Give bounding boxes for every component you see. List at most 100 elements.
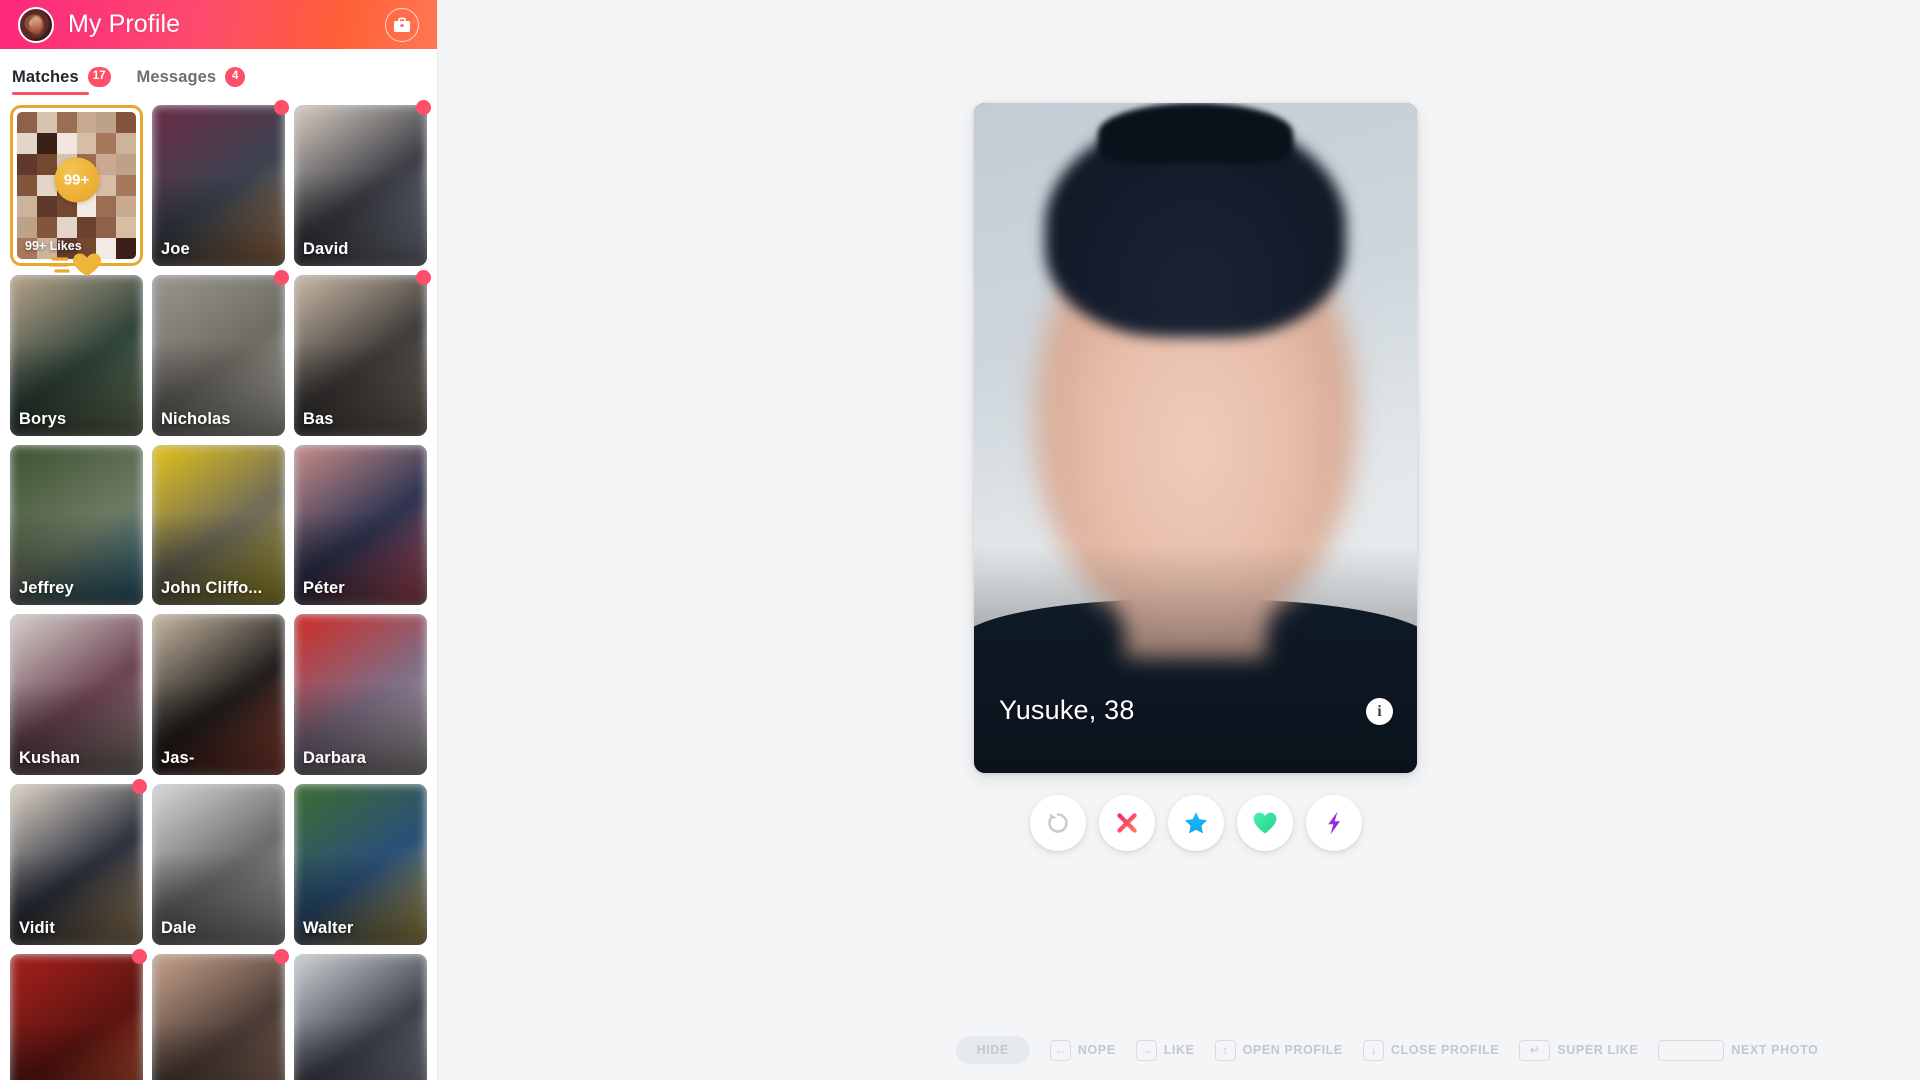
match-card[interactable] [294, 953, 427, 1080]
match-name: Jas- [161, 749, 195, 767]
unread-dot-icon [132, 779, 147, 794]
match-card[interactable]: Jas- [152, 614, 285, 775]
hint-like: → LIKE [1135, 1039, 1195, 1061]
match-card-wrapper: Kushan [10, 614, 143, 775]
arrow-down-key-icon: ↓ [1362, 1039, 1384, 1061]
match-card-wrapper [10, 948, 147, 1080]
profile-card[interactable]: Yusuke, 38 i [974, 103, 1417, 773]
match-name: Walter [303, 918, 354, 937]
match-name: Joe [161, 239, 190, 258]
match-card[interactable]: Darbara [294, 614, 427, 775]
hint-super-like: ↵ SUPER LIKE [1519, 1039, 1639, 1061]
match-card[interactable]: Dale [152, 784, 285, 945]
match-name: Péter [303, 579, 345, 598]
match-name: Dale [161, 918, 197, 937]
match-card-wrapper: David [294, 100, 431, 266]
hide-hints-button[interactable]: HIDE [955, 1036, 1030, 1064]
info-glyph: i [1377, 702, 1382, 720]
action-buttons [974, 795, 1417, 851]
match-name: Nicholas [161, 409, 231, 428]
keyboard-hint-bar: HIDE ← NOPE → LIKE ↑ OPEN PROFILE ↓ CLOSE PROFI… [437, 1036, 1920, 1064]
tab-matches-label: Matches [12, 67, 79, 86]
match-card[interactable]: Vidit [10, 784, 143, 945]
tab-messages-badge: 4 [225, 67, 246, 87]
tab-matches[interactable]: Matches 17 [12, 67, 111, 95]
hint-label: NEXT PHOTO [1731, 1043, 1819, 1057]
match-card[interactable]: John Cliffo... [152, 444, 285, 606]
match-card[interactable]: Joe [152, 105, 285, 266]
likes-card[interactable]: 99+ 99+ Likes [10, 105, 143, 276]
tab-messages[interactable]: Messages 4 [137, 67, 246, 95]
unread-dot-icon [274, 269, 289, 285]
lightning-icon [1320, 809, 1348, 837]
boost-button[interactable] [1305, 795, 1362, 851]
unread-dot-icon [416, 269, 431, 285]
match-card-wrapper: Jas- [152, 614, 285, 775]
match-card[interactable]: Péter [294, 444, 427, 606]
hint-label: SUPER LIKE [1557, 1043, 1639, 1057]
arrow-left-key-icon: ← [1049, 1039, 1071, 1061]
hint-label: LIKE [1163, 1043, 1195, 1057]
rewind-button[interactable] [1029, 795, 1086, 851]
match-card[interactable]: Nicholas [152, 274, 285, 436]
match-scrim [294, 1021, 427, 1080]
match-name: John Cliffo... [161, 579, 263, 598]
match-card[interactable]: Kushan [10, 614, 143, 775]
match-card[interactable]: Walter [294, 784, 427, 945]
match-name: Borys [19, 409, 67, 428]
match-name: David [303, 239, 349, 258]
nope-button[interactable] [1098, 795, 1155, 851]
match-name: Darbara [303, 749, 367, 767]
hint-label: CLOSE PROFILE [1390, 1043, 1500, 1057]
star-icon [1182, 809, 1210, 837]
likes-card-mosaic: 99+ 99+ Likes [17, 112, 136, 259]
hint-open-profile: ↑ OPEN PROFILE [1214, 1039, 1343, 1061]
briefcase-icon [394, 17, 410, 32]
match-card[interactable]: Jeffrey [10, 444, 143, 606]
enter-key-icon: ↵ [1519, 1039, 1551, 1061]
app-root: My Profile Matches 17 Messages 4 99+ 99+… [0, 0, 1920, 1080]
profile-name-age: Yusuke, 38 [999, 695, 1135, 725]
match-name: Jeffrey [19, 579, 74, 598]
match-card-wrapper: Walter [294, 784, 427, 945]
hint-list: ← NOPE → LIKE ↑ OPEN PROFILE ↓ CLOSE PROFILE ↵ SU… [1049, 1039, 1839, 1061]
likes-count-badge: 99+ [54, 157, 99, 202]
match-card[interactable]: David [294, 105, 427, 266]
hint-label: OPEN PROFILE [1242, 1043, 1343, 1057]
matches-grid: 99+ 99+ Likes Joe David Borys Nicholas Bas Jeff… [0, 95, 437, 1080]
sidebar-header: My Profile [0, 0, 437, 49]
profile-scrim [974, 545, 1417, 773]
arrow-right-key-icon: → [1135, 1039, 1157, 1061]
match-scrim [152, 1021, 285, 1080]
super-like-button[interactable] [1167, 795, 1224, 851]
hint-nope: ← NOPE [1049, 1039, 1116, 1061]
avatar[interactable] [18, 6, 54, 43]
match-card-wrapper: Joe [152, 100, 289, 266]
match-card-wrapper: Darbara [294, 614, 427, 775]
match-name: Vidit [19, 918, 55, 937]
heart-icon [1251, 809, 1279, 837]
tab-messages-label: Messages [136, 67, 217, 86]
match-card-wrapper: Jeffrey [10, 444, 143, 606]
match-card-wrapper: Bas [294, 269, 431, 436]
like-button[interactable] [1236, 795, 1293, 851]
match-card[interactable] [10, 953, 143, 1080]
sidebar-tabs: Matches 17 Messages 4 [0, 49, 437, 95]
info-icon[interactable]: i [1366, 698, 1393, 725]
match-card[interactable]: Borys [10, 274, 143, 436]
unread-dot-icon [132, 948, 147, 964]
match-scrim [10, 1021, 143, 1080]
match-card[interactable] [152, 953, 285, 1080]
sidebar: My Profile Matches 17 Messages 4 99+ 99+… [0, 0, 437, 1080]
match-card-wrapper: Vidit [10, 779, 147, 945]
briefcase-button[interactable] [385, 7, 419, 42]
close-x-icon [1113, 809, 1141, 837]
match-card-wrapper: Borys [10, 274, 143, 436]
page-title: My Profile [68, 10, 181, 38]
match-card-wrapper [152, 948, 289, 1080]
match-card-wrapper: John Cliffo... [152, 444, 285, 606]
hint-close-profile: ↓ CLOSE PROFILE [1362, 1039, 1500, 1061]
arrow-up-key-icon: ↑ [1214, 1039, 1236, 1061]
match-card-wrapper: Péter [294, 444, 427, 606]
match-card[interactable]: Bas [294, 274, 427, 436]
